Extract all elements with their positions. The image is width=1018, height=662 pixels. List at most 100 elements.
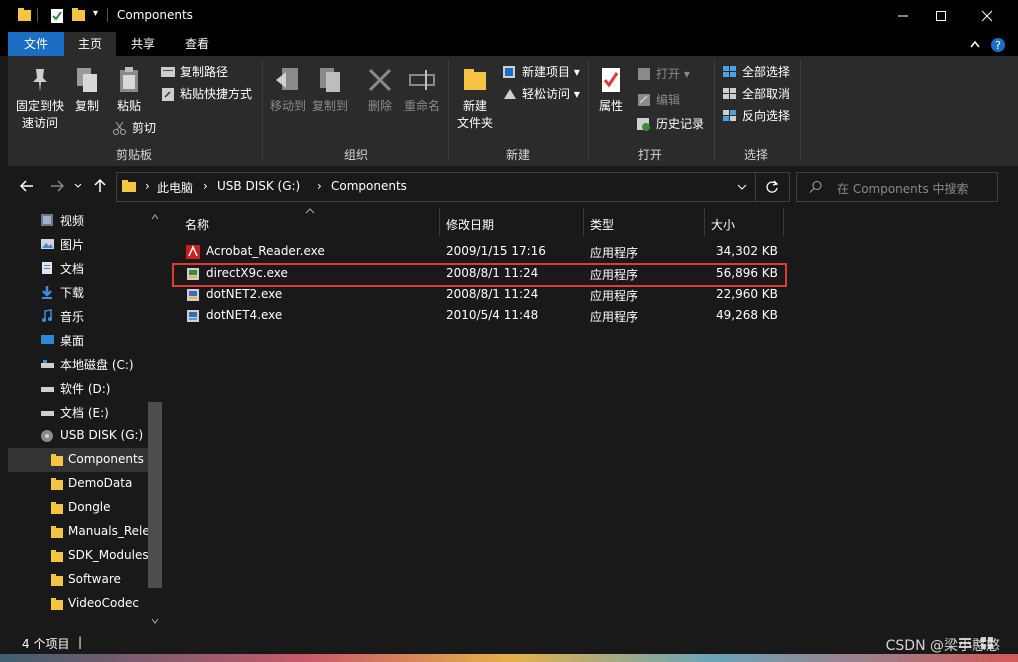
copy-path-icon	[161, 67, 175, 77]
nav-item-software-d[interactable]: 软件 (D:)	[8, 376, 148, 400]
watermark: CSDN @梁小憨憨	[885, 638, 1000, 654]
breadcrumb-usb-disk[interactable]: USB DISK (G:)	[217, 179, 300, 193]
explorer-window: ▾ Components 文件 主页 共享 查看 ? 固定到快 速访问 复制 粘…	[0, 0, 1018, 662]
address-toolbar: › 此电脑 › USB DISK (G:) › Components 在 Com…	[8, 166, 1018, 206]
copy-to-icon	[320, 68, 340, 92]
breadcrumb-separator[interactable]: ›	[203, 179, 208, 193]
paste-button[interactable]: 粘贴	[112, 66, 146, 115]
column-header-name[interactable]: 名称	[179, 208, 439, 236]
nav-item-local-disk-c[interactable]: 本地磁盘 (C:)	[8, 352, 148, 376]
tab-file[interactable]: 文件	[8, 32, 64, 56]
nav-item-pictures[interactable]: 图片	[8, 232, 148, 256]
file-row[interactable]: dotNET4.exe 2010/5/4 11:48 应用程序 49,268 K…	[171, 305, 791, 326]
column-header-label: 类型	[590, 218, 615, 232]
nav-item-usb-disk-g[interactable]: USB DISK (G:)	[8, 424, 148, 448]
refresh-icon[interactable]	[765, 180, 779, 194]
copy-button[interactable]: 复制	[70, 66, 104, 115]
nav-item-music[interactable]: 音乐	[8, 304, 148, 328]
folder-icon[interactable]	[18, 8, 32, 22]
nav-item-videos[interactable]: 视频	[8, 208, 148, 232]
tab-share[interactable]: 共享	[116, 32, 170, 56]
nav-item-documents[interactable]: 文档	[8, 256, 148, 280]
delete-icon	[368, 68, 392, 92]
breadcrumb-components[interactable]: Components	[331, 179, 407, 193]
new-folder-quick-icon[interactable]	[72, 8, 86, 22]
column-header-type[interactable]: 类型	[584, 208, 704, 236]
back-arrow-icon[interactable]	[20, 180, 34, 192]
folder-icon	[51, 550, 63, 562]
file-row[interactable]: dotNET2.exe 2008/8/1 11:24 应用程序 22,960 K…	[171, 284, 791, 305]
nav-item-desktop[interactable]: 桌面	[8, 328, 148, 352]
scroll-up-icon[interactable]	[151, 214, 159, 220]
address-dropdown-icon[interactable]	[737, 184, 747, 190]
breadcrumb-this-pc[interactable]: 此电脑	[157, 179, 193, 196]
column-header-date[interactable]: 修改日期	[440, 208, 583, 236]
up-arrow-icon[interactable]	[94, 179, 106, 193]
folder-icon	[51, 502, 63, 514]
nav-item-documents-e[interactable]: 文档 (E:)	[8, 400, 148, 424]
column-header-size[interactable]: 大小	[705, 208, 783, 236]
installer-icon	[187, 310, 199, 322]
file-name: dotNET4.exe	[206, 308, 283, 322]
file-date: 2008/8/1 11:24	[446, 287, 539, 301]
file-type: 应用程序	[590, 310, 639, 324]
nav-item-demodata[interactable]: DemoData	[8, 472, 148, 496]
file-list: 名称 修改日期 类型 大小 Acrobat_Reader.exe 2009/1/…	[163, 206, 1018, 632]
usb-drive-icon	[41, 430, 53, 442]
new-folder-button[interactable]: 新建 文件夹	[454, 66, 496, 132]
new-folder-icon	[464, 69, 486, 90]
maximize-icon	[936, 11, 946, 21]
breadcrumb-separator[interactable]: ›	[145, 179, 150, 193]
nav-item-downloads[interactable]: 下载	[8, 280, 148, 304]
quick-access-dropdown-icon[interactable]: ▾	[93, 8, 98, 19]
select-all-label: 全部选择	[742, 65, 791, 79]
folder-icon	[122, 180, 136, 192]
close-button[interactable]	[964, 0, 1010, 32]
nav-item-videocodec[interactable]: VideoCodec	[8, 592, 148, 616]
properties-button[interactable]: 属性	[594, 66, 628, 115]
rename-button[interactable]: 重命名	[402, 66, 442, 115]
window-title: Components	[117, 8, 193, 22]
move-to-button[interactable]: 移动到	[268, 66, 308, 115]
search-box[interactable]: 在 Components 中搜索	[796, 172, 998, 202]
recent-locations-icon[interactable]	[74, 183, 82, 189]
delete-button[interactable]: 删除	[364, 66, 396, 115]
nav-item-software[interactable]: Software	[8, 568, 148, 592]
open-label: 打开 ▾	[656, 67, 690, 81]
desktop-background-strip	[0, 654, 1018, 662]
nav-label: 图片	[60, 238, 85, 252]
nav-label: Manuals_Rele	[68, 524, 150, 538]
paste-icon	[120, 67, 138, 92]
scroll-down-icon[interactable]	[151, 618, 159, 624]
nav-item-sdk-modules[interactable]: SDK_Modules	[8, 544, 149, 568]
nav-scrollbar-thumb[interactable]	[148, 402, 162, 588]
document-icon	[42, 262, 52, 274]
properties-quick-icon[interactable]	[50, 8, 64, 24]
status-divider: |	[78, 635, 83, 649]
tab-home[interactable]: 主页	[64, 32, 116, 56]
nav-item-dongle[interactable]: Dongle	[8, 496, 148, 520]
group-separator	[262, 60, 263, 160]
maximize-button[interactable]	[918, 0, 964, 32]
copy-label: 复制	[74, 99, 99, 113]
collapse-ribbon-icon[interactable]	[970, 40, 980, 48]
copy-to-button[interactable]: 复制到	[310, 66, 350, 115]
file-row[interactable]: Acrobat_Reader.exe 2009/1/15 17:16 应用程序 …	[171, 241, 791, 262]
music-icon	[42, 309, 52, 322]
organize-group-label: 组织	[343, 148, 368, 162]
column-divider[interactable]	[783, 208, 784, 236]
pin-quick-access-button[interactable]: 固定到快 速访问	[12, 66, 68, 132]
invert-selection-icon	[723, 110, 736, 121]
tab-view[interactable]: 查看	[170, 32, 224, 56]
file-size: 22,960 KB	[716, 287, 778, 301]
address-bar[interactable]: › 此电脑 › USB DISK (G:) › Components	[116, 172, 790, 202]
pin-icon	[33, 69, 47, 92]
nav-label: 桌面	[60, 334, 85, 348]
divider	[755, 173, 756, 201]
nav-item-components[interactable]: Components	[8, 448, 148, 472]
breadcrumb-separator[interactable]: ›	[317, 179, 322, 193]
forward-arrow-icon[interactable]	[50, 180, 64, 192]
move-to-label: 移动到	[269, 99, 306, 113]
help-icon[interactable]: ?	[990, 37, 1006, 53]
nav-item-manuals[interactable]: Manuals_Rele	[8, 520, 150, 544]
